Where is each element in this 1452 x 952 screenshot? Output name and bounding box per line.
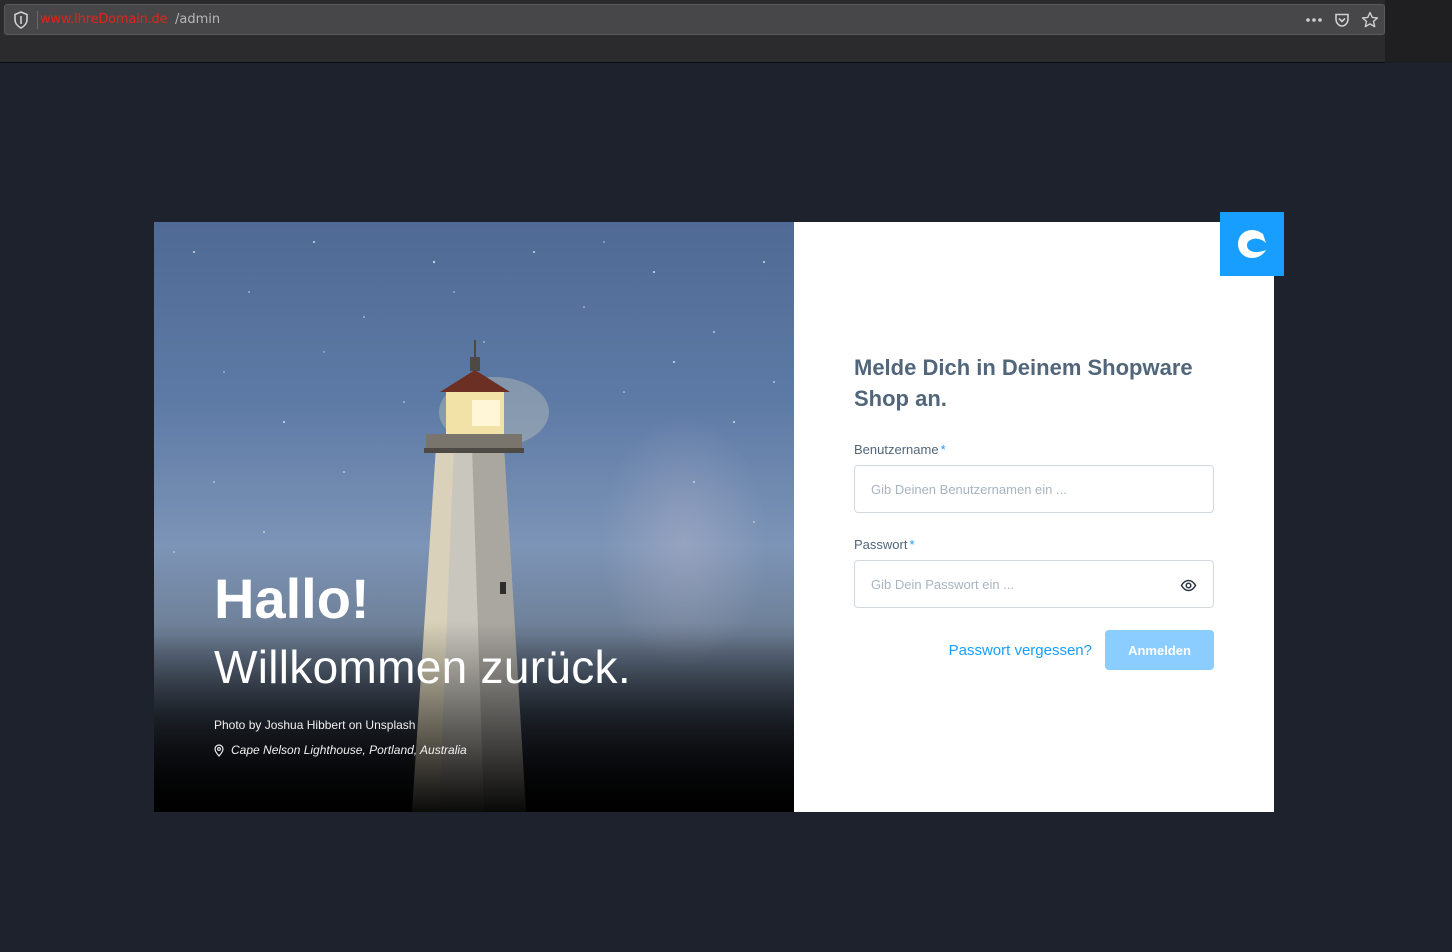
required-mark: * <box>940 442 946 457</box>
browser-toolbar: www.IhreDomain.de /admin <box>0 0 1452 63</box>
location-text: Cape Nelson Lighthouse, Portland, Austra… <box>231 743 467 757</box>
map-pin-icon <box>214 743 224 757</box>
login-form-panel: Melde Dich in Deinem Shopware Shop an. B… <box>794 222 1274 812</box>
pocket-icon[interactable] <box>1332 10 1352 30</box>
forgot-password-link[interactable]: Passwort vergessen? <box>949 642 1092 659</box>
username-label: Benutzername * <box>854 442 946 457</box>
password-field[interactable] <box>854 560 1214 608</box>
url-bar[interactable]: www.IhreDomain.de /admin <box>4 4 1385 35</box>
required-mark: * <box>909 537 915 552</box>
form-actions: Passwort vergessen? Anmelden <box>854 630 1214 670</box>
hero-welcome: Willkommen zurück. <box>214 641 631 693</box>
username-field[interactable] <box>854 465 1214 513</box>
login-button[interactable]: Anmelden <box>1105 630 1214 670</box>
more-icon[interactable] <box>1304 10 1324 30</box>
url-path[interactable]: /admin <box>175 12 220 27</box>
url-domain[interactable]: www.IhreDomain.de <box>40 12 168 27</box>
hero-image: Hallo! Willkommen zurück. Photo by Joshu… <box>154 222 794 812</box>
password-input[interactable] <box>855 561 1213 607</box>
password-label: Passwort * <box>854 537 915 552</box>
photo-credit[interactable]: Photo by Joshua Hibbert on Unsplash <box>214 718 415 732</box>
photo-location: Cape Nelson Lighthouse, Portland, Austra… <box>214 743 467 757</box>
login-card: Hallo! Willkommen zurück. Photo by Joshu… <box>154 222 1274 812</box>
login-headline: Melde Dich in Deinem Shopware Shop an. <box>854 355 1193 411</box>
star-icon[interactable] <box>1360 10 1380 30</box>
eye-icon[interactable] <box>1180 577 1197 594</box>
hero-greeting: Hallo! <box>214 567 370 630</box>
shield-icon[interactable] <box>13 11 29 29</box>
login-form: Melde Dich in Deinem Shopware Shop an. B… <box>854 352 1214 670</box>
shopware-logo-icon <box>1220 212 1284 276</box>
username-input[interactable] <box>855 466 1213 512</box>
